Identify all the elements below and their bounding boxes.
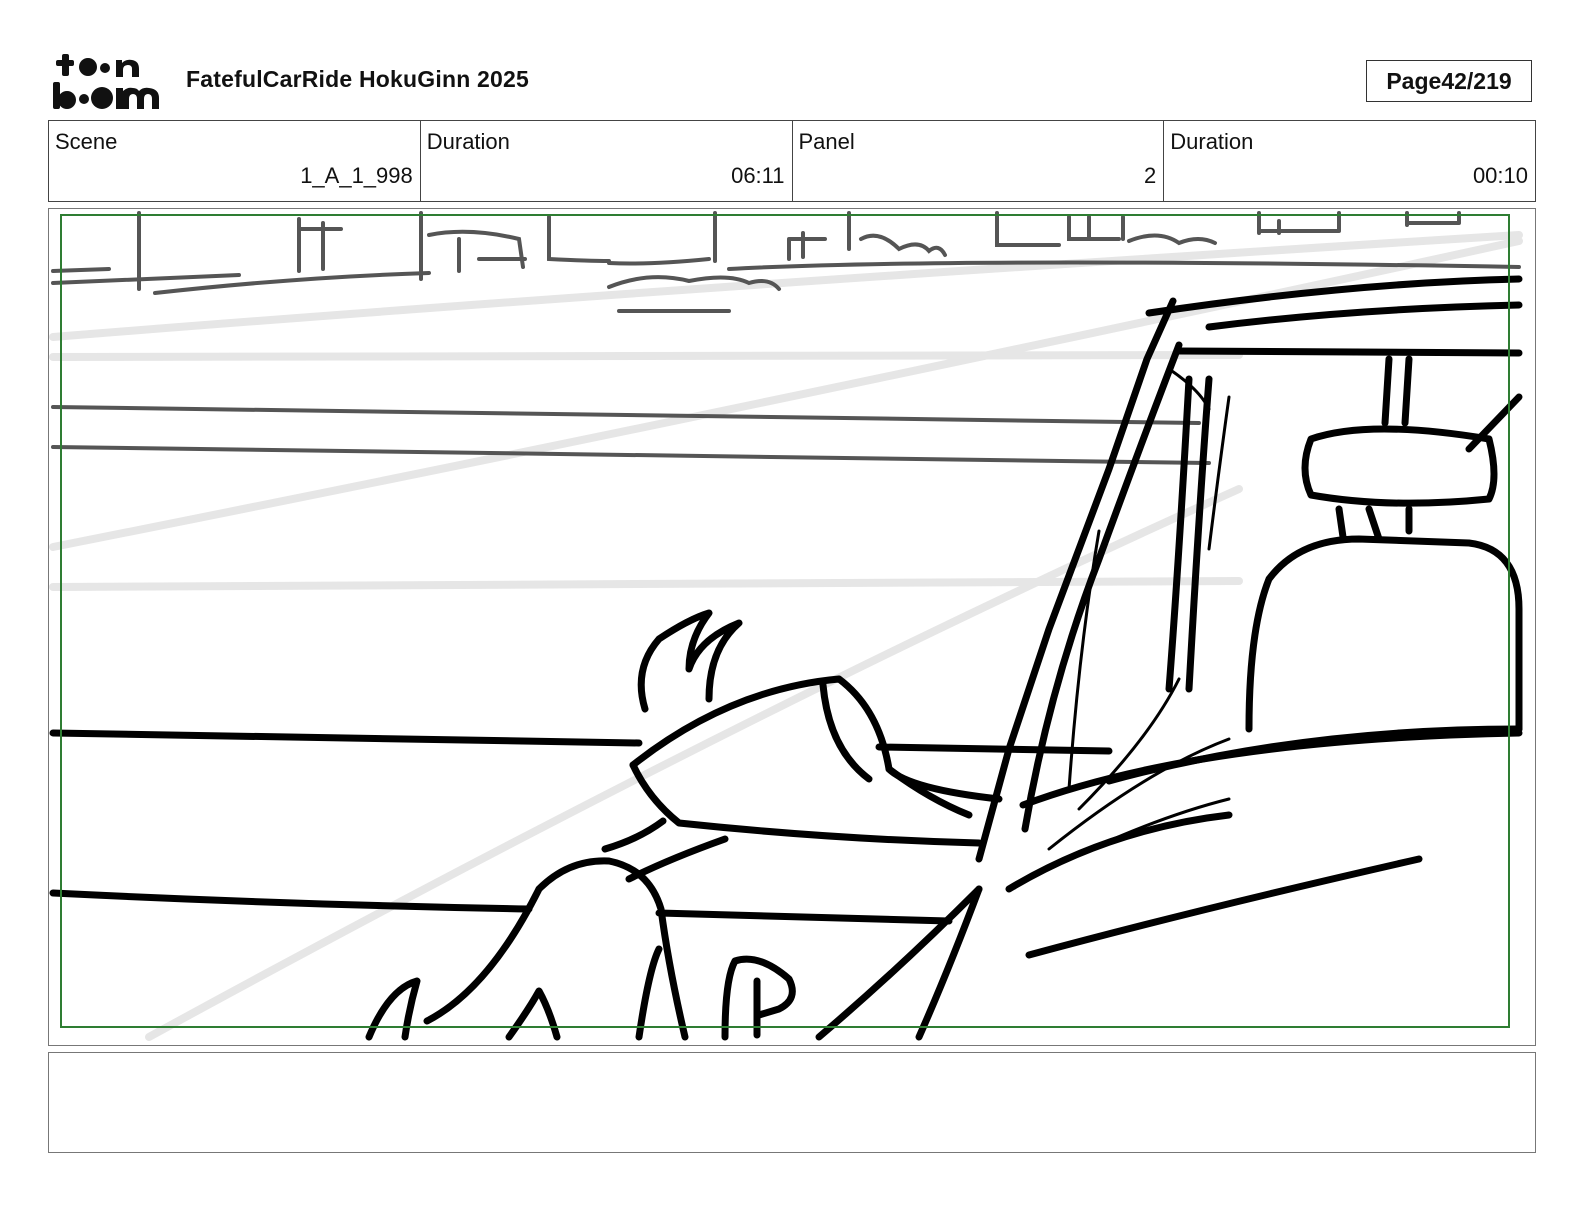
panel-label: Panel — [798, 129, 855, 154]
page-indicator: Page 42/219 — [1366, 60, 1532, 102]
foreground-sketch — [49, 275, 1523, 1041]
page-label: Page — [1386, 67, 1442, 94]
panel-sketch — [49, 211, 1523, 1041]
page-number: 42/219 — [1441, 67, 1512, 94]
panel-cell: Panel 2 — [793, 121, 1165, 201]
panel-notes-box — [48, 1052, 1536, 1153]
scene-label: Scene — [55, 129, 118, 154]
scene-cell: Scene 1_A_1_998 — [49, 121, 421, 201]
project-title: FatefulCarRide HokuGinn 2025 — [186, 66, 530, 92]
panel-duration-value: 00:10 — [1472, 163, 1528, 188]
panel-value: 2 — [1144, 163, 1157, 188]
scene-duration-cell: Duration 06:11 — [421, 121, 793, 201]
toon-boom-logo — [53, 54, 159, 109]
scene-duration-value: 06:11 — [731, 163, 785, 188]
panel-duration-label: Duration — [1170, 129, 1254, 154]
storyboard-panel — [48, 208, 1536, 1046]
scene-value: 1_A_1_998 — [300, 163, 413, 188]
scene-info-table: Scene 1_A_1_998 Duration 06:11 Panel 2 D… — [48, 120, 1536, 202]
scene-duration-label: Duration — [426, 129, 510, 154]
panel-duration-cell: Duration 00:10 — [1164, 121, 1535, 201]
